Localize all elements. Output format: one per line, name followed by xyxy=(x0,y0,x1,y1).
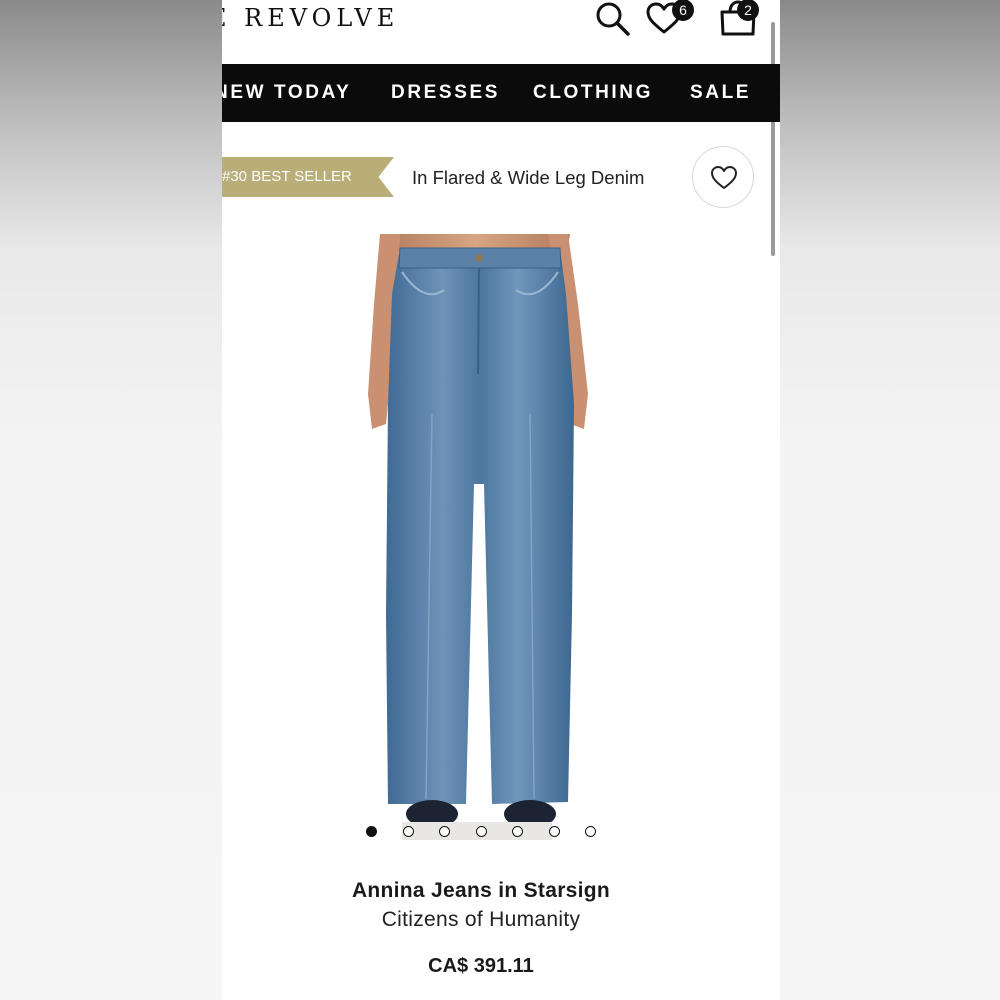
product-name: Annina Jeans in Starsign xyxy=(351,879,611,902)
heart-outline-icon xyxy=(711,166,737,189)
nav-item-clothing[interactable]: CLOTHING xyxy=(533,64,653,122)
bag-count-badge: 2 xyxy=(737,0,759,21)
revolve-logo[interactable]: E REVOLVE xyxy=(222,2,399,34)
wishlist-button[interactable]: 6 xyxy=(646,0,696,38)
nav-item-sale[interactable]: SALE xyxy=(690,64,751,122)
carousel-dot[interactable] xyxy=(366,826,377,837)
brand-name[interactable]: Citizens of Humanity xyxy=(222,908,740,932)
header: E REVOLVE 6 2 xyxy=(222,0,780,64)
carousel-dot[interactable] xyxy=(402,826,414,837)
category-link[interactable]: In Flared & Wide Leg Denim xyxy=(412,164,644,192)
nav-item-dresses[interactable]: DRESSES xyxy=(391,64,500,122)
product-image[interactable] xyxy=(362,234,602,844)
bag-button[interactable]: 2 xyxy=(718,0,768,38)
carousel-dot[interactable] xyxy=(475,826,487,837)
best-seller-badge: #30 BEST SELLER xyxy=(222,157,394,197)
main-nav: NEW TODAY DRESSES CLOTHING SALE xyxy=(222,64,780,122)
nav-item-new-today[interactable]: NEW TODAY xyxy=(222,64,351,122)
best-seller-text: #30 BEST SELLER xyxy=(222,168,352,185)
price: CA$ 391.11 xyxy=(428,955,534,977)
search-icon xyxy=(596,2,630,36)
carousel-dot[interactable] xyxy=(585,826,596,837)
search-button[interactable] xyxy=(594,0,634,38)
scrollbar[interactable] xyxy=(771,22,775,256)
favorite-button[interactable] xyxy=(692,146,754,208)
wishlist-count-badge: 6 xyxy=(672,0,694,21)
carousel-dot[interactable] xyxy=(512,826,523,837)
carousel-dot[interactable] xyxy=(439,826,450,837)
product-page: E REVOLVE 6 2 NEW TODAY DRESSES CLOTHING xyxy=(222,0,780,1000)
carousel-dot[interactable] xyxy=(548,826,560,837)
